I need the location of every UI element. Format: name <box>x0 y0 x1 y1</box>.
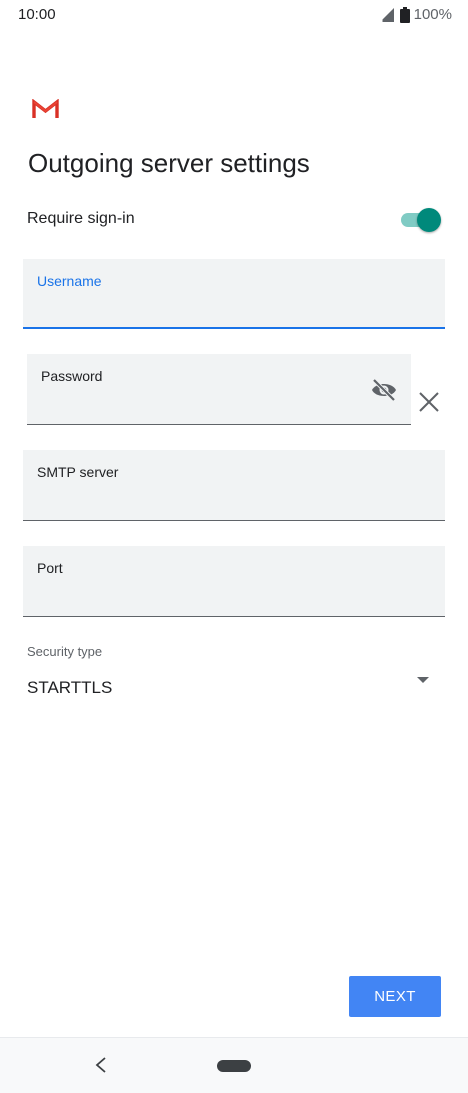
status-time: 10:00 <box>18 6 56 23</box>
require-signin-label: Require sign-in <box>27 210 135 227</box>
security-type-dropdown[interactable]: STARTTLS <box>27 670 439 704</box>
signal-icon <box>379 7 394 22</box>
smtp-server-field[interactable]: SMTP server <box>23 450 445 521</box>
home-pill[interactable] <box>217 1060 251 1072</box>
require-signin-row: Require sign-in <box>27 206 445 234</box>
password-label: Password <box>41 368 103 384</box>
port-input[interactable] <box>37 588 403 608</box>
dropdown-arrow-icon <box>417 677 429 683</box>
toggle-thumb <box>417 208 441 232</box>
password-input[interactable] <box>41 396 369 416</box>
username-label: Username <box>37 273 102 289</box>
close-icon[interactable] <box>418 391 440 413</box>
battery-icon <box>399 6 410 23</box>
security-type-label: Security type <box>27 644 103 659</box>
port-field[interactable]: Port <box>23 546 445 617</box>
username-input[interactable] <box>37 299 403 319</box>
back-icon[interactable] <box>92 1055 110 1075</box>
status-icons: 100% <box>378 6 452 23</box>
next-button[interactable]: NEXT <box>349 976 441 1017</box>
security-type-value: STARTTLS <box>27 678 113 697</box>
port-label: Port <box>37 560 63 576</box>
smtp-server-label: SMTP server <box>37 464 119 480</box>
password-field[interactable]: Password <box>27 354 411 425</box>
battery-percent: 100% <box>413 6 452 23</box>
status-bar: 10:00 100% <box>0 0 468 30</box>
page-title: Outgoing server settings <box>28 148 310 178</box>
visibility-off-icon[interactable] <box>371 378 397 402</box>
require-signin-toggle[interactable] <box>401 208 441 232</box>
username-field[interactable]: Username <box>23 259 445 329</box>
smtp-server-input[interactable] <box>37 492 403 512</box>
navigation-bar <box>0 1037 468 1093</box>
gmail-logo <box>32 99 59 118</box>
